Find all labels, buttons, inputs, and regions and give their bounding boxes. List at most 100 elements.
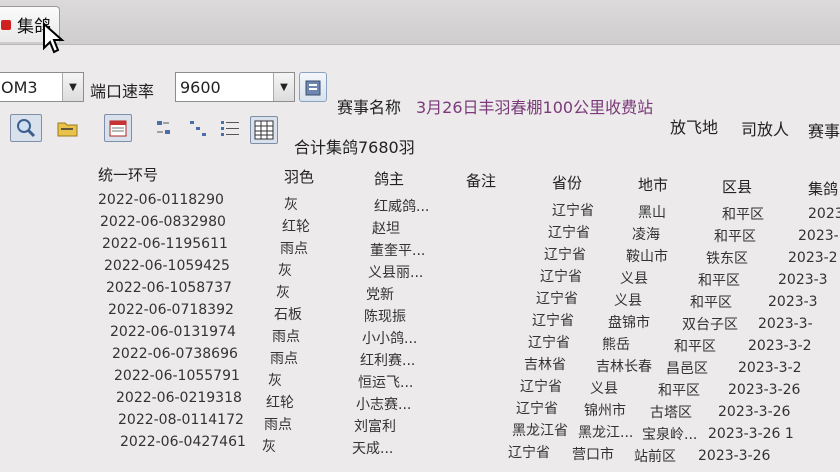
cell-city: 义县 bbox=[590, 381, 618, 397]
header-note[interactable]: 备注 bbox=[466, 170, 496, 191]
header-province[interactable]: 省份 bbox=[552, 172, 582, 193]
details-view-button[interactable] bbox=[216, 114, 244, 142]
cell-ring-number: 2022-06-0131974 bbox=[110, 324, 236, 340]
cell-city: 黑山 bbox=[638, 205, 666, 221]
grid-view-button[interactable] bbox=[250, 116, 278, 144]
cell-province: 辽宁省 bbox=[520, 379, 562, 395]
cell-ring-number: 2022-06-0738696 bbox=[112, 346, 238, 362]
cell-owner: 小小鸽... bbox=[362, 331, 418, 347]
cell-owner: 义县丽... bbox=[368, 265, 424, 281]
cell-collect-time: 2023 bbox=[808, 206, 840, 222]
cell-ring-number: 2022-06-0118290 bbox=[98, 192, 224, 208]
cell-district: 宝泉岭... bbox=[642, 427, 698, 443]
list-view-icon bbox=[190, 121, 206, 136]
total-count: 合计集鸽7680羽 bbox=[294, 138, 415, 157]
cell-ring-number: 2022-06-0219318 bbox=[116, 390, 242, 406]
cell-district: 铁东区 bbox=[706, 251, 748, 267]
cell-owner: 红利赛... bbox=[360, 353, 416, 369]
header-color[interactable]: 羽色 bbox=[284, 166, 314, 187]
cell-color: 雨点 bbox=[272, 329, 300, 345]
pigeon-table: 统一环号 羽色 鸽主 备注 省份 地市 区县 集鸽 2022-06-0118290 灰 红威鸽..… bbox=[0, 156, 840, 472]
header-city[interactable]: 地市 bbox=[638, 174, 668, 195]
cell-district: 站前区 bbox=[634, 449, 676, 465]
cell-color: 雨点 bbox=[270, 351, 298, 367]
cell-color: 灰 bbox=[278, 263, 292, 279]
cell-collect-time: 2023-3-2 bbox=[738, 360, 802, 376]
small-icons-view-button[interactable] bbox=[150, 114, 178, 142]
cell-province: 辽宁省 bbox=[548, 225, 590, 241]
port-select[interactable]: OM3 ▼ bbox=[0, 72, 84, 102]
tab-strip: 集鸽 bbox=[0, 0, 840, 45]
cell-district: 和平区 bbox=[722, 207, 764, 223]
cell-owner: 陈现振 bbox=[364, 309, 406, 325]
baud-select[interactable]: 9600 ▼ bbox=[175, 72, 295, 102]
search-icon bbox=[17, 119, 36, 138]
open-folder-button[interactable] bbox=[54, 114, 82, 142]
cell-province: 辽宁省 bbox=[552, 203, 594, 219]
cell-owner: 天成... bbox=[352, 441, 394, 457]
chevron-down-icon[interactable]: ▼ bbox=[273, 73, 294, 101]
cell-city: 营口市 bbox=[572, 447, 614, 463]
card-reader-icon bbox=[305, 80, 321, 96]
cell-province: 辽宁省 bbox=[508, 445, 550, 461]
cell-collect-time: 2023-2 bbox=[788, 250, 838, 266]
cell-ring-number: 2022-06-1195611 bbox=[102, 236, 228, 252]
port-value: OM3 bbox=[1, 77, 38, 97]
small-icons-view-icon bbox=[157, 121, 170, 134]
app-icon bbox=[1, 19, 11, 30]
cell-city: 锦州市 bbox=[584, 403, 626, 419]
card-reader-button[interactable] bbox=[299, 72, 327, 102]
cell-district: 和平区 bbox=[658, 383, 700, 399]
cell-color: 灰 bbox=[262, 439, 276, 455]
cell-ring-number: 2022-06-1058737 bbox=[106, 280, 232, 296]
list-view-button[interactable] bbox=[184, 114, 212, 142]
baud-label: 端口速率 bbox=[90, 82, 155, 101]
cell-province: 辽宁省 bbox=[516, 401, 558, 417]
cell-color: 雨点 bbox=[264, 417, 292, 433]
cell-province: 辽宁省 bbox=[536, 291, 578, 307]
cell-district: 古塔区 bbox=[650, 405, 692, 421]
cell-owner: 红威鸽... bbox=[374, 199, 430, 215]
cell-province: 辽宁省 bbox=[544, 247, 586, 263]
cell-district: 和平区 bbox=[714, 229, 756, 245]
baud-value: 9600 bbox=[180, 77, 221, 97]
cell-collect-time: 2023-3-26 bbox=[728, 382, 801, 398]
cell-district: 双台子区 bbox=[682, 317, 738, 333]
cell-ring-number: 2022-06-1055791 bbox=[114, 368, 240, 384]
cell-ring-number: 2022-08-0114172 bbox=[118, 412, 244, 428]
details-view-icon bbox=[221, 121, 239, 136]
header-district[interactable]: 区县 bbox=[722, 176, 752, 197]
cell-collect-time: 2023-3 bbox=[778, 272, 828, 288]
cell-district: 和平区 bbox=[674, 339, 716, 355]
cell-province: 辽宁省 bbox=[532, 313, 574, 329]
cell-city: 凌海 bbox=[632, 227, 660, 243]
mouse-cursor-icon bbox=[43, 22, 65, 54]
cell-color: 红轮 bbox=[282, 219, 310, 235]
cell-province: 吉林省 bbox=[524, 357, 566, 373]
cell-owner: 小志赛... bbox=[356, 397, 412, 413]
cell-ring-number: 2022-06-0427461 bbox=[120, 434, 246, 450]
folder-icon bbox=[57, 122, 78, 137]
cell-color: 灰 bbox=[276, 285, 290, 301]
header-owner[interactable]: 鸽主 bbox=[374, 168, 404, 189]
header-ring-number[interactable]: 统一环号 bbox=[98, 164, 158, 185]
cell-city: 义县 bbox=[614, 293, 642, 309]
cell-owner: 党新 bbox=[366, 287, 394, 303]
header-collect-time[interactable]: 集鸽 bbox=[808, 178, 838, 199]
cell-color: 红轮 bbox=[266, 395, 294, 411]
calendar-icon bbox=[109, 120, 127, 137]
cell-ring-number: 2022-06-1059425 bbox=[104, 258, 230, 274]
cell-owner: 刘富利 bbox=[354, 419, 396, 435]
cell-collect-time: 2023-3-26 1 bbox=[708, 426, 794, 442]
cell-collect-time: 2023-3- bbox=[758, 316, 813, 332]
cell-color: 石板 bbox=[274, 307, 302, 323]
cell-province: 辽宁省 bbox=[540, 269, 582, 285]
search-button[interactable] bbox=[10, 114, 42, 142]
cell-city: 盘锦市 bbox=[608, 315, 650, 331]
chevron-down-icon[interactable]: ▼ bbox=[62, 73, 83, 101]
cell-color: 雨点 bbox=[280, 241, 308, 257]
cell-owner: 恒运飞... bbox=[358, 375, 414, 391]
calendar-button[interactable] bbox=[104, 114, 132, 142]
cell-color: 灰 bbox=[268, 373, 282, 389]
cell-owner: 赵坦 bbox=[372, 221, 400, 237]
